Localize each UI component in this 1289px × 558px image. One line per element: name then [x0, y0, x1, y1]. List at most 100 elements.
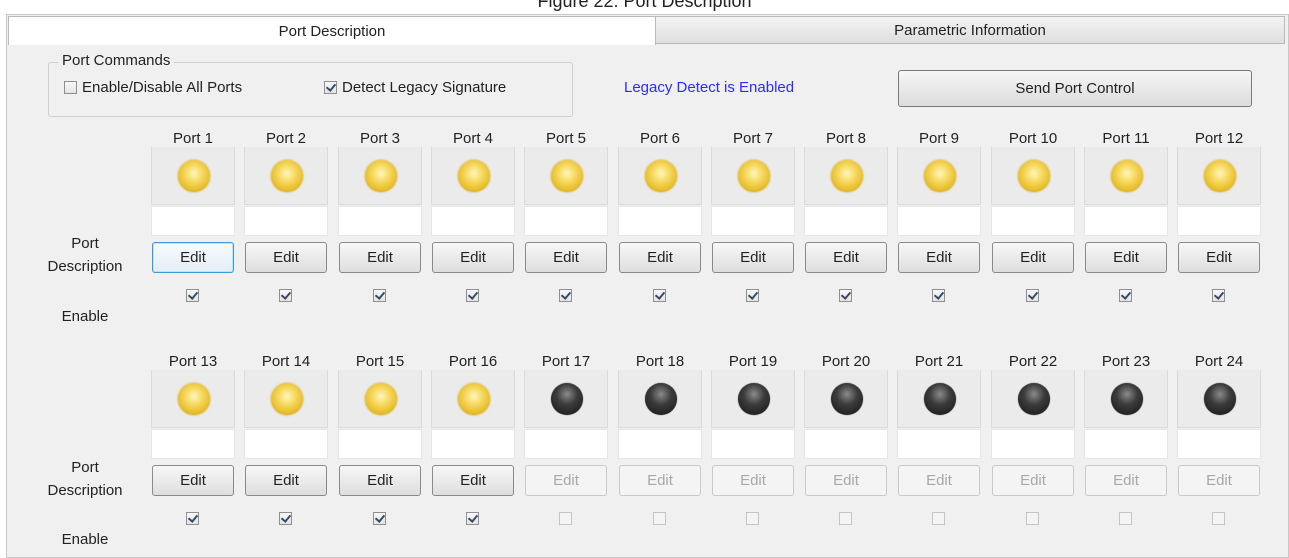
edit-description-button[interactable]: Edit — [619, 242, 701, 273]
led-off-icon — [1111, 383, 1143, 415]
port-status-box — [897, 362, 981, 428]
port-description-field — [431, 206, 515, 236]
port-status-box — [991, 139, 1075, 205]
edit-description-button: Edit — [712, 465, 794, 496]
port-enable-checkbox[interactable] — [1119, 289, 1132, 302]
port-enable-checkbox[interactable] — [466, 512, 479, 525]
edit-description-button[interactable]: Edit — [805, 242, 887, 273]
port-enable-checkbox — [932, 512, 945, 525]
port-description-field — [897, 206, 981, 236]
port-status-box — [151, 362, 235, 428]
port-name: Port 11 — [1083, 130, 1169, 147]
port-status-box — [244, 139, 328, 205]
port-name: Port 23 — [1083, 353, 1169, 370]
port-enable-checkbox[interactable] — [466, 289, 479, 302]
led-on-icon — [1111, 160, 1143, 192]
port-description-field — [151, 206, 235, 236]
port-status-box — [618, 139, 702, 205]
edit-description-button[interactable]: Edit — [525, 242, 607, 273]
port-status-box — [1177, 362, 1261, 428]
port-label-line1: Port — [71, 235, 99, 252]
port-description-field — [991, 429, 1075, 459]
edit-description-button[interactable]: Edit — [898, 242, 980, 273]
edit-description-button[interactable]: Edit — [245, 465, 327, 496]
port-status-box — [711, 362, 795, 428]
port-enable-checkbox[interactable] — [373, 512, 386, 525]
port-description-field — [244, 206, 328, 236]
port-name: Port 22 — [990, 353, 1076, 370]
port-description-field — [991, 206, 1075, 236]
port-description-field — [524, 429, 608, 459]
port-enable-checkbox[interactable] — [186, 512, 199, 525]
send-port-control-button[interactable]: Send Port Control — [898, 70, 1252, 107]
port-enable-checkbox[interactable] — [839, 289, 852, 302]
port-description-field — [338, 429, 422, 459]
port-name: Port 13 — [150, 353, 236, 370]
port-enable-checkbox[interactable] — [746, 289, 759, 302]
port-name: Port 24 — [1176, 353, 1262, 370]
port-enable-checkbox[interactable] — [1212, 289, 1225, 302]
port-enable-checkbox[interactable] — [279, 289, 292, 302]
led-off-icon — [1204, 383, 1236, 415]
port-description-field — [338, 206, 422, 236]
port-description-label: Port Description — [20, 232, 150, 278]
port-enable-checkbox — [1026, 512, 1039, 525]
led-off-icon — [738, 383, 770, 415]
led-off-icon — [551, 383, 583, 415]
port-enable-checkbox[interactable] — [373, 289, 386, 302]
edit-description-button: Edit — [525, 465, 607, 496]
detect-legacy-checkbox[interactable] — [324, 81, 337, 94]
edit-description-button: Edit — [898, 465, 980, 496]
port-enable-checkbox — [1119, 512, 1132, 525]
detect-legacy-option[interactable]: Detect Legacy Signature — [324, 79, 506, 96]
port-enable-checkbox[interactable] — [653, 289, 666, 302]
port-enable-checkbox — [839, 512, 852, 525]
port-status-box — [244, 362, 328, 428]
port-status-box — [804, 362, 888, 428]
led-on-icon — [831, 160, 863, 192]
edit-description-button[interactable]: Edit — [339, 465, 421, 496]
port-name: Port 21 — [896, 353, 982, 370]
tab-port-description[interactable]: Port Description — [8, 16, 656, 45]
edit-description-button[interactable]: Edit — [432, 242, 514, 273]
edit-description-button[interactable]: Edit — [1178, 242, 1260, 273]
port-enable-checkbox[interactable] — [932, 289, 945, 302]
port-name: Port 9 — [896, 130, 982, 147]
port-enable-checkbox[interactable] — [186, 289, 199, 302]
port-name: Port 17 — [523, 353, 609, 370]
edit-description-button[interactable]: Edit — [1085, 242, 1167, 273]
port-status-box — [991, 362, 1075, 428]
led-on-icon — [178, 160, 210, 192]
edit-description-button[interactable]: Edit — [152, 242, 234, 273]
port-name: Port 8 — [803, 130, 889, 147]
port-name: Port 4 — [430, 130, 516, 147]
edit-description-button[interactable]: Edit — [245, 242, 327, 273]
enable-all-ports-option[interactable]: Enable/Disable All Ports — [64, 79, 242, 96]
enable-all-ports-checkbox[interactable] — [64, 81, 77, 94]
port-name: Port 12 — [1176, 130, 1262, 147]
port-status-box — [711, 139, 795, 205]
port-description-field — [1084, 206, 1168, 236]
edit-description-button[interactable]: Edit — [152, 465, 234, 496]
port-description-field — [1177, 429, 1261, 459]
port-enable-checkbox[interactable] — [559, 289, 572, 302]
edit-description-button[interactable]: Edit — [339, 242, 421, 273]
led-on-icon — [271, 160, 303, 192]
port-description-field — [618, 429, 702, 459]
led-on-icon — [645, 160, 677, 192]
edit-description-button[interactable]: Edit — [992, 242, 1074, 273]
edit-description-button[interactable]: Edit — [712, 242, 794, 273]
port-status-box — [618, 362, 702, 428]
port-status-box — [1084, 362, 1168, 428]
edit-description-button[interactable]: Edit — [432, 465, 514, 496]
tab-parametric-information[interactable]: Parametric Information — [655, 16, 1285, 44]
port-name: Port 6 — [617, 130, 703, 147]
port-status-box — [524, 139, 608, 205]
port-commands-title: Port Commands — [58, 52, 175, 69]
led-off-icon — [645, 383, 677, 415]
led-on-icon — [551, 160, 583, 192]
port-status-box — [804, 139, 888, 205]
edit-description-button: Edit — [1178, 465, 1260, 496]
port-enable-checkbox[interactable] — [279, 512, 292, 525]
port-enable-checkbox[interactable] — [1026, 289, 1039, 302]
